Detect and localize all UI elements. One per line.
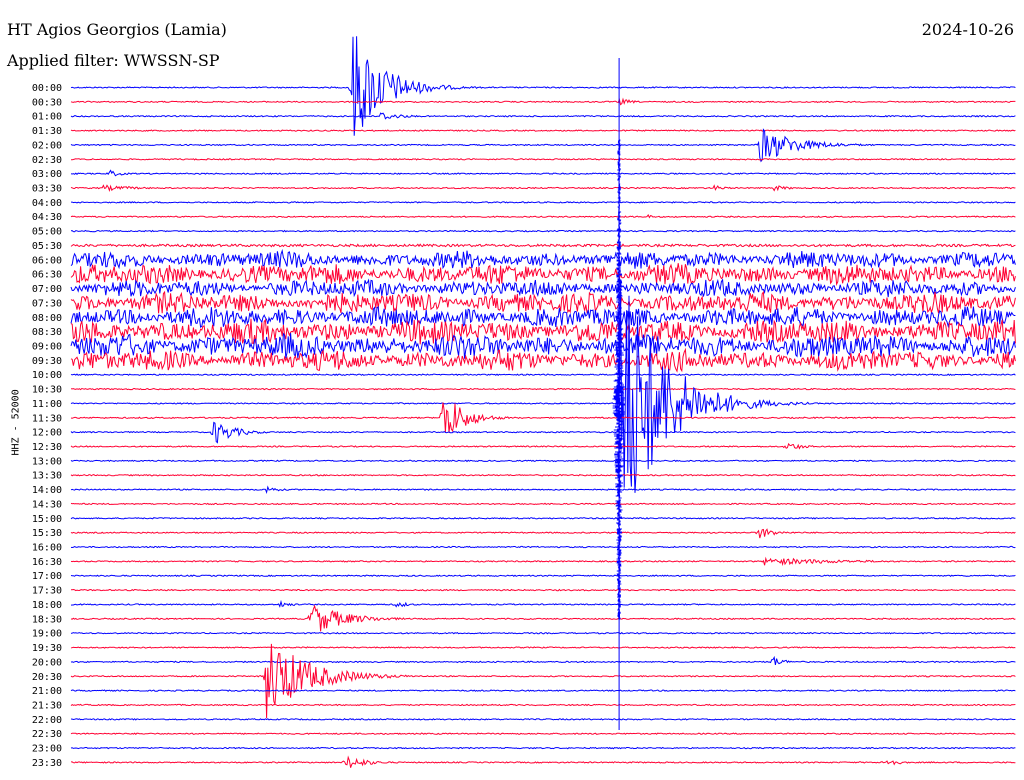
row-label: 00:00	[32, 83, 62, 94]
trace-row	[70, 732, 1016, 735]
trace-row	[70, 97, 1016, 106]
row-label: 20:00	[32, 657, 62, 668]
trace-row	[70, 129, 1016, 132]
row-label: 14:00	[32, 485, 62, 496]
trace-row	[70, 473, 1016, 477]
row-label: 16:30	[32, 557, 62, 568]
row-label: 19:30	[32, 643, 62, 654]
row-label: 23:30	[32, 758, 62, 769]
trace-row	[70, 347, 1016, 373]
row-label: 12:00	[32, 428, 62, 439]
row-label: 05:00	[32, 227, 62, 238]
row-label: 08:30	[32, 327, 62, 338]
trace-row	[70, 278, 1016, 298]
trace-row	[70, 402, 1016, 433]
trace-row	[70, 243, 1016, 248]
row-label: 06:00	[32, 255, 62, 266]
trace-row	[70, 442, 1016, 450]
time-labels: 00:00 00:30 01:00 01:30 02:00 02:30 03:00 03:30…	[32, 83, 62, 769]
row-label: 05:30	[32, 241, 62, 252]
row-label: 09:00	[32, 341, 62, 352]
row-label: 18:30	[32, 614, 62, 625]
row-label: 01:30	[32, 126, 62, 137]
row-label: 04:30	[32, 212, 62, 223]
trace-row	[70, 655, 1016, 665]
row-label: 03:30	[32, 184, 62, 195]
trace-row	[70, 604, 1016, 632]
trace-row	[70, 128, 1016, 163]
row-label: 12:30	[32, 442, 62, 453]
trace-row	[70, 306, 1016, 328]
trace-row	[70, 112, 1016, 120]
trace-row	[70, 599, 1016, 608]
trace-row	[70, 36, 1016, 136]
row-label: 17:30	[32, 586, 62, 597]
row-label: 13:00	[32, 456, 62, 467]
trace-row	[71, 755, 1016, 768]
traces	[70, 36, 1016, 768]
row-label: 18:00	[32, 600, 62, 611]
trace-row	[70, 421, 1016, 444]
trace-row	[70, 703, 1016, 707]
trace-row	[70, 643, 1016, 719]
row-label: 10:00	[32, 370, 62, 381]
trace-row	[70, 502, 1016, 506]
row-label: 17:00	[32, 571, 62, 582]
row-label: 15:30	[32, 528, 62, 539]
row-label: 19:00	[32, 629, 62, 640]
trace-row	[70, 263, 1016, 287]
trace-row	[70, 746, 1016, 750]
trace-row	[70, 556, 1016, 567]
row-label: 08:00	[32, 313, 62, 324]
row-label: 06:30	[32, 270, 62, 281]
trace-row	[70, 574, 1016, 577]
row-label: 16:00	[32, 543, 62, 554]
row-label: 11:30	[32, 413, 62, 424]
row-label: 21:00	[32, 686, 62, 697]
trace-row	[70, 588, 1016, 592]
trace-row	[70, 387, 1016, 391]
trace-row	[70, 485, 1016, 494]
row-label: 01:00	[32, 112, 62, 123]
trace-row	[70, 290, 1016, 314]
row-label: 03:00	[32, 169, 62, 180]
trace-row	[70, 646, 1016, 649]
trace-row	[70, 459, 1016, 463]
row-label: 11:00	[32, 399, 62, 410]
row-label: 15:00	[32, 514, 62, 525]
row-label: 09:30	[32, 356, 62, 367]
row-label: 07:00	[32, 284, 62, 295]
trace-row	[70, 214, 1016, 219]
row-label: 21:30	[32, 700, 62, 711]
row-label: 22:30	[32, 729, 62, 740]
trace-row	[71, 201, 1016, 204]
trace-row	[70, 517, 1016, 520]
row-label: 20:30	[32, 672, 62, 683]
trace-row	[70, 169, 1016, 177]
row-label: 00:30	[32, 97, 62, 108]
row-label: 13:30	[32, 471, 62, 482]
row-label: 02:30	[32, 155, 62, 166]
row-label: 14:30	[32, 499, 62, 510]
helicorder-plot: 00:00 00:30 01:00 01:30 02:00 02:30 03:00 03:30…	[32, 36, 1016, 769]
row-label: 22:00	[32, 715, 62, 726]
trace-row	[70, 631, 1016, 635]
row-label: 07:30	[32, 298, 62, 309]
row-label: 23:00	[32, 744, 62, 755]
trace-row	[70, 545, 1016, 549]
row-label: 04:00	[32, 198, 62, 209]
row-label: 10:30	[32, 385, 62, 396]
trace-row	[70, 718, 1016, 721]
trace-row	[70, 229, 1016, 233]
trace-row	[70, 528, 1016, 539]
trace-row	[70, 689, 1016, 692]
row-label: 02:00	[32, 140, 62, 151]
trace-row	[70, 158, 1016, 161]
trace-row	[70, 248, 1016, 270]
trace-row	[70, 184, 1016, 193]
trace-row	[70, 373, 1016, 376]
